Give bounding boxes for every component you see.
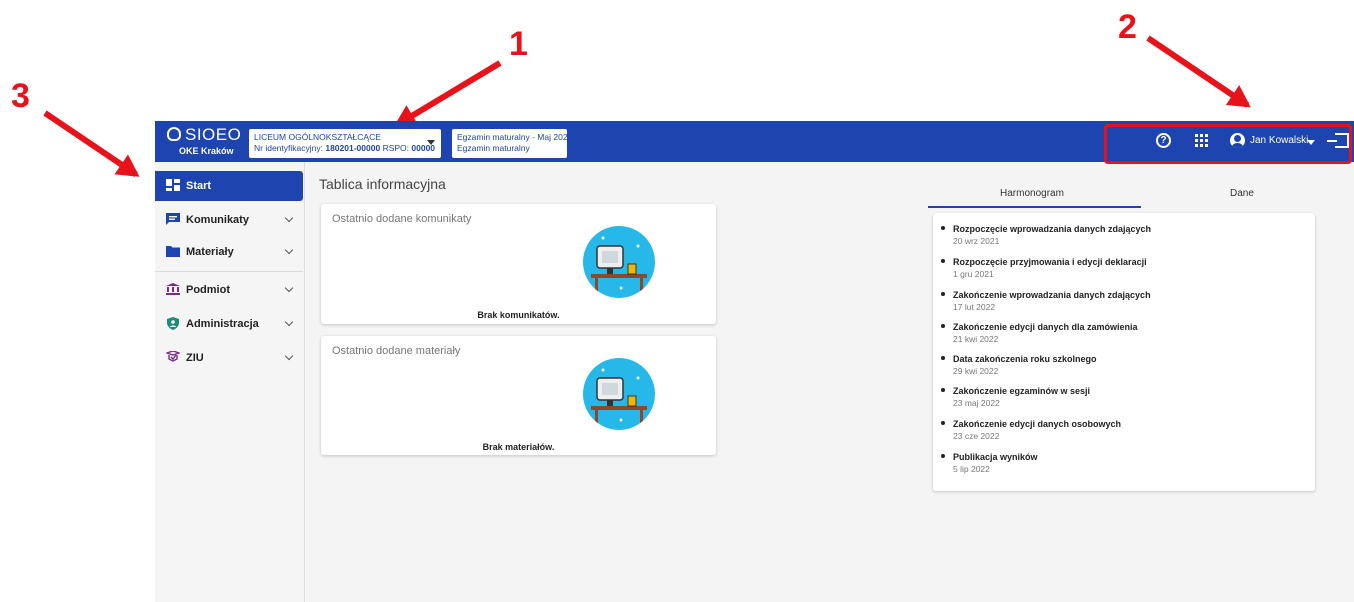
annotation-number-1: 1: [509, 25, 528, 63]
page-title: Tablica informacyjna: [319, 176, 446, 192]
sidebar-item-label: Administracja: [186, 318, 259, 330]
sidebar-item-podmiot[interactable]: Podmiot: [155, 275, 303, 305]
logo-icon: [167, 127, 181, 141]
active-tab-indicator: [928, 206, 1141, 208]
institution-icon: [166, 283, 180, 295]
logo-subtitle: OKE Kraków: [179, 146, 234, 156]
empty-state-text: Brak materiałów.: [482, 442, 555, 452]
annotation-arrow-3: [43, 110, 138, 177]
dashboard-icon: [166, 179, 180, 191]
sidebar-item-label: ZIU: [186, 352, 204, 364]
recent-messages-card: Ostatnio dodane komunikaty Brak komunika…: [321, 204, 716, 324]
list-item: Publikacja wyników 5 lip 2022: [941, 452, 1303, 474]
list-item: Zakończenie edycji danych dla zamówienia…: [941, 322, 1303, 344]
app-logo[interactable]: SIOEO OKE Kraków: [167, 125, 247, 159]
folder-icon: [166, 245, 180, 257]
ziu-icon: [164, 350, 182, 363]
sidebar-item-materialy[interactable]: Materiały: [155, 237, 303, 267]
logo-title: SIOEO: [185, 125, 242, 144]
shield-icon: [166, 317, 180, 330]
empty-desk-illustration: [583, 358, 655, 430]
annotation-arrow-1: [395, 60, 502, 128]
list-item: Zakończenie wprowadzania danych zdającyc…: [941, 290, 1303, 312]
sidebar-item-ziu[interactable]: ZIU: [155, 343, 303, 373]
school-name: LICEUM OGÓLNOKSZTAŁCĄCE: [254, 132, 381, 142]
card-title: Ostatnio dodane komunikaty: [332, 213, 472, 225]
exam-type: Egzamin maturalny: [457, 143, 530, 153]
schedule-list: Rozpoczęcie wprowadzania danych zdającyc…: [933, 213, 1315, 491]
exam-session: Egzamin maturalny - Maj 2022: [457, 132, 573, 142]
sidebar-item-komunikaty[interactable]: Komunikaty: [155, 205, 303, 235]
chevron-down-icon: [284, 283, 294, 293]
card-title: Ostatnio dodane materiały: [332, 345, 461, 357]
school-rspo-label: RSPO:: [382, 143, 410, 153]
sidebar-item-label: Komunikaty: [186, 214, 249, 226]
annotation-arrow-2: [1146, 35, 1250, 108]
chevron-down-icon: [284, 351, 294, 361]
message-icon: [166, 213, 180, 225]
annotation-number-2: 2: [1118, 8, 1137, 46]
panel-tabs: Harmonogram Dane: [928, 176, 1346, 208]
empty-desk-illustration: [583, 226, 655, 298]
annotation-highlight-box: [1104, 124, 1352, 164]
sidebar: Start Komunikaty Materiały Podmiot Admin…: [155, 162, 305, 602]
tab-harmonogram[interactable]: Harmonogram: [1000, 188, 1064, 199]
list-item: Data zakończenia roku szkolnego 29 kwi 20…: [941, 354, 1303, 376]
school-id-label: Nr identyfikacyjny:: [254, 143, 323, 153]
tab-dane[interactable]: Dane: [1230, 188, 1254, 199]
sidebar-item-label: Start: [186, 180, 212, 192]
school-id-value: 180201-00000: [325, 143, 381, 153]
sidebar-item-start[interactable]: Start: [155, 171, 303, 201]
caret-down-icon: [427, 140, 435, 145]
list-item: Rozpoczęcie przyjmowania i edycji deklar…: [941, 257, 1303, 279]
app-window: SIOEO OKE Kraków LICEUM OGÓLNOKSZTAŁCĄCE…: [155, 121, 1354, 602]
list-item: Rozpoczęcie wprowadzania danych zdającyc…: [941, 224, 1303, 246]
sidebar-item-label: Podmiot: [186, 284, 230, 296]
sidebar-item-label: Materiały: [186, 246, 234, 258]
chevron-down-icon: [284, 245, 294, 255]
sidebar-divider: [155, 271, 303, 272]
recent-materials-card: Ostatnio dodane materiały Brak materiałó…: [321, 336, 716, 455]
chevron-down-icon: [284, 317, 294, 327]
school-select[interactable]: LICEUM OGÓLNOKSZTAŁCĄCE Nr identyfikacyj…: [249, 129, 441, 158]
chevron-down-icon: [284, 213, 294, 223]
empty-state-text: Brak komunikatów.: [477, 310, 560, 320]
annotation-number-3: 3: [11, 77, 30, 115]
exam-select[interactable]: Egzamin maturalny - Maj 2022 Egzamin mat…: [452, 129, 573, 158]
list-item: Zakończenie egzaminów w sesji 23 maj 2022: [941, 386, 1303, 408]
list-item: Zakończenie edycji danych osobowych 23 cz…: [941, 419, 1303, 441]
sidebar-item-administracja[interactable]: Administracja: [155, 309, 303, 339]
